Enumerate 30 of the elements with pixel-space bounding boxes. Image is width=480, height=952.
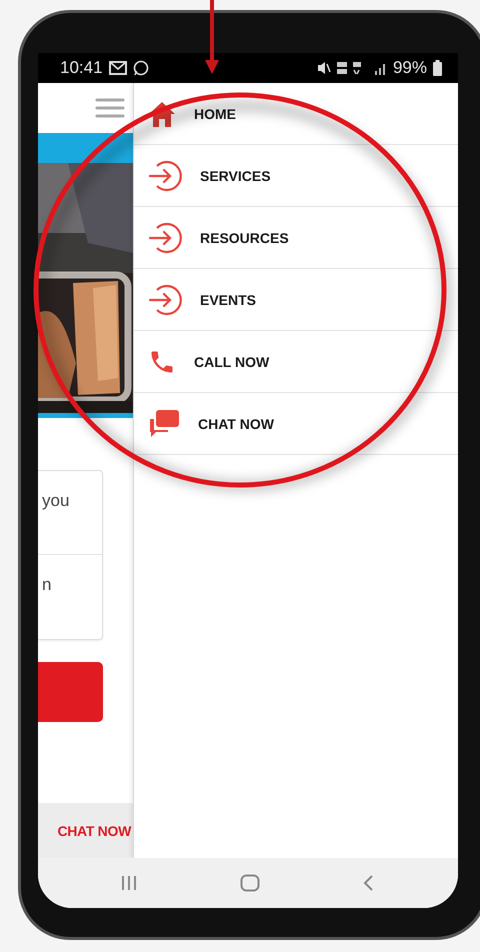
drawer-item[interactable]: HOME: [134, 83, 458, 145]
chat-bubbles-icon: [148, 408, 180, 438]
arrow-in-circle-icon: [148, 158, 182, 192]
signal-icon: [374, 61, 387, 75]
back-icon[interactable]: [362, 874, 374, 892]
mail-icon: [108, 61, 127, 75]
drawer-item[interactable]: RESOURCES: [134, 207, 458, 269]
home-icon[interactable]: [240, 874, 260, 892]
chat-now-link[interactable]: CHAT NOW: [57, 822, 131, 838]
arrow-in-circle-icon: [148, 220, 182, 254]
drawer-item-label: HOME: [194, 106, 236, 122]
recents-icon[interactable]: [120, 875, 138, 891]
drawer-item[interactable]: EVENTS: [134, 269, 458, 331]
mute-icon: [316, 61, 331, 75]
drawer-item[interactable]: SERVICES: [134, 145, 458, 207]
card-text: n: [42, 575, 52, 594]
battery-percent: 99%: [392, 58, 427, 78]
drawer-item-label: EVENTS: [200, 292, 256, 308]
drawer-item[interactable]: CHAT NOW: [134, 393, 458, 455]
message-bubble-icon: [132, 60, 149, 76]
drawer-item-label: CHAT NOW: [198, 416, 274, 432]
drawer-item-label: CALL NOW: [194, 354, 270, 370]
status-time: 10:41: [60, 58, 103, 78]
menu-icon[interactable]: [95, 97, 125, 119]
battery-icon: [433, 60, 442, 76]
card-text: you: [42, 491, 70, 510]
drawer-item-label: RESOURCES: [200, 230, 289, 246]
drawer-item[interactable]: CALL NOW: [134, 331, 458, 393]
drawer-item-label: SERVICES: [200, 168, 271, 184]
arrow-in-circle-icon: [148, 282, 182, 316]
